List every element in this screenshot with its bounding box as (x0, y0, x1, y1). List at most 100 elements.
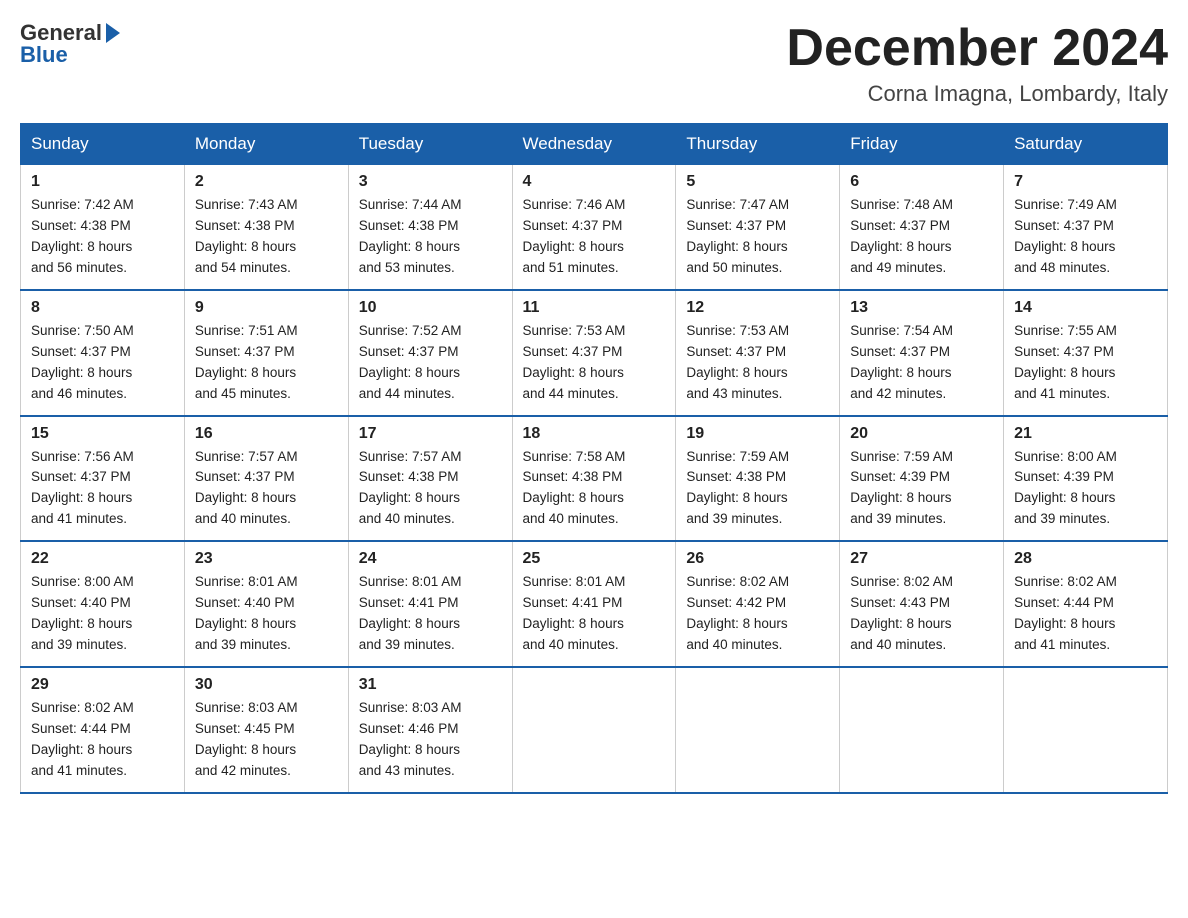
day-info: Sunrise: 7:48 AM Sunset: 4:37 PM Dayligh… (850, 195, 993, 279)
day-number: 20 (850, 425, 993, 443)
calendar-cell: 11 Sunrise: 7:53 AM Sunset: 4:37 PM Dayl… (512, 290, 676, 416)
day-info: Sunrise: 8:03 AM Sunset: 4:45 PM Dayligh… (195, 698, 338, 782)
calendar-cell: 17 Sunrise: 7:57 AM Sunset: 4:38 PM Dayl… (348, 416, 512, 542)
day-number: 15 (31, 425, 174, 443)
day-number: 11 (523, 299, 666, 317)
calendar-cell: 31 Sunrise: 8:03 AM Sunset: 4:46 PM Dayl… (348, 667, 512, 793)
calendar-cell: 8 Sunrise: 7:50 AM Sunset: 4:37 PM Dayli… (21, 290, 185, 416)
calendar-cell: 4 Sunrise: 7:46 AM Sunset: 4:37 PM Dayli… (512, 165, 676, 290)
calendar-cell: 14 Sunrise: 7:55 AM Sunset: 4:37 PM Dayl… (1004, 290, 1168, 416)
day-number: 1 (31, 173, 174, 191)
day-number: 16 (195, 425, 338, 443)
day-number: 22 (31, 550, 174, 568)
calendar-cell: 2 Sunrise: 7:43 AM Sunset: 4:38 PM Dayli… (184, 165, 348, 290)
day-info: Sunrise: 7:59 AM Sunset: 4:39 PM Dayligh… (850, 447, 993, 531)
day-number: 29 (31, 676, 174, 694)
month-title: December 2024 (786, 20, 1168, 77)
day-info: Sunrise: 8:02 AM Sunset: 4:44 PM Dayligh… (1014, 572, 1157, 656)
day-number: 21 (1014, 425, 1157, 443)
day-info: Sunrise: 8:03 AM Sunset: 4:46 PM Dayligh… (359, 698, 502, 782)
day-number: 26 (686, 550, 829, 568)
day-number: 3 (359, 173, 502, 191)
weekday-header: Sunday (21, 124, 185, 165)
day-number: 25 (523, 550, 666, 568)
calendar-week-row: 22 Sunrise: 8:00 AM Sunset: 4:40 PM Dayl… (21, 541, 1168, 667)
day-number: 9 (195, 299, 338, 317)
day-number: 6 (850, 173, 993, 191)
calendar-table: SundayMondayTuesdayWednesdayThursdayFrid… (20, 123, 1168, 793)
day-number: 17 (359, 425, 502, 443)
day-info: Sunrise: 8:01 AM Sunset: 4:41 PM Dayligh… (523, 572, 666, 656)
calendar-cell: 20 Sunrise: 7:59 AM Sunset: 4:39 PM Dayl… (840, 416, 1004, 542)
logo-blue-text: Blue (20, 42, 68, 68)
day-number: 2 (195, 173, 338, 191)
day-info: Sunrise: 8:00 AM Sunset: 4:40 PM Dayligh… (31, 572, 174, 656)
day-number: 28 (1014, 550, 1157, 568)
calendar-week-row: 15 Sunrise: 7:56 AM Sunset: 4:37 PM Dayl… (21, 416, 1168, 542)
day-info: Sunrise: 7:54 AM Sunset: 4:37 PM Dayligh… (850, 321, 993, 405)
day-number: 5 (686, 173, 829, 191)
day-info: Sunrise: 7:53 AM Sunset: 4:37 PM Dayligh… (523, 321, 666, 405)
weekday-header: Friday (840, 124, 1004, 165)
calendar-cell: 24 Sunrise: 8:01 AM Sunset: 4:41 PM Dayl… (348, 541, 512, 667)
page-header: General Blue December 2024 Corna Imagna,… (20, 20, 1168, 107)
calendar-cell: 16 Sunrise: 7:57 AM Sunset: 4:37 PM Dayl… (184, 416, 348, 542)
day-number: 14 (1014, 299, 1157, 317)
calendar-cell: 18 Sunrise: 7:58 AM Sunset: 4:38 PM Dayl… (512, 416, 676, 542)
day-info: Sunrise: 7:57 AM Sunset: 4:37 PM Dayligh… (195, 447, 338, 531)
day-info: Sunrise: 7:58 AM Sunset: 4:38 PM Dayligh… (523, 447, 666, 531)
weekday-header: Thursday (676, 124, 840, 165)
calendar-cell: 21 Sunrise: 8:00 AM Sunset: 4:39 PM Dayl… (1004, 416, 1168, 542)
day-info: Sunrise: 7:44 AM Sunset: 4:38 PM Dayligh… (359, 195, 502, 279)
calendar-cell: 10 Sunrise: 7:52 AM Sunset: 4:37 PM Dayl… (348, 290, 512, 416)
calendar-cell: 1 Sunrise: 7:42 AM Sunset: 4:38 PM Dayli… (21, 165, 185, 290)
calendar-cell: 23 Sunrise: 8:01 AM Sunset: 4:40 PM Dayl… (184, 541, 348, 667)
calendar-cell: 3 Sunrise: 7:44 AM Sunset: 4:38 PM Dayli… (348, 165, 512, 290)
day-info: Sunrise: 7:51 AM Sunset: 4:37 PM Dayligh… (195, 321, 338, 405)
calendar-cell: 27 Sunrise: 8:02 AM Sunset: 4:43 PM Dayl… (840, 541, 1004, 667)
day-info: Sunrise: 7:53 AM Sunset: 4:37 PM Dayligh… (686, 321, 829, 405)
day-number: 7 (1014, 173, 1157, 191)
day-number: 18 (523, 425, 666, 443)
calendar-cell: 25 Sunrise: 8:01 AM Sunset: 4:41 PM Dayl… (512, 541, 676, 667)
logo-arrow-icon (106, 23, 120, 43)
day-number: 30 (195, 676, 338, 694)
title-block: December 2024 Corna Imagna, Lombardy, It… (786, 20, 1168, 107)
calendar-cell: 28 Sunrise: 8:02 AM Sunset: 4:44 PM Dayl… (1004, 541, 1168, 667)
calendar-cell: 6 Sunrise: 7:48 AM Sunset: 4:37 PM Dayli… (840, 165, 1004, 290)
day-info: Sunrise: 7:55 AM Sunset: 4:37 PM Dayligh… (1014, 321, 1157, 405)
calendar-cell: 7 Sunrise: 7:49 AM Sunset: 4:37 PM Dayli… (1004, 165, 1168, 290)
day-info: Sunrise: 7:46 AM Sunset: 4:37 PM Dayligh… (523, 195, 666, 279)
calendar-cell: 26 Sunrise: 8:02 AM Sunset: 4:42 PM Dayl… (676, 541, 840, 667)
location-subtitle: Corna Imagna, Lombardy, Italy (786, 81, 1168, 107)
day-info: Sunrise: 7:59 AM Sunset: 4:38 PM Dayligh… (686, 447, 829, 531)
calendar-cell (840, 667, 1004, 793)
calendar-cell: 15 Sunrise: 7:56 AM Sunset: 4:37 PM Dayl… (21, 416, 185, 542)
calendar-cell: 29 Sunrise: 8:02 AM Sunset: 4:44 PM Dayl… (21, 667, 185, 793)
weekday-header: Tuesday (348, 124, 512, 165)
logo: General Blue (20, 20, 120, 68)
day-info: Sunrise: 8:02 AM Sunset: 4:43 PM Dayligh… (850, 572, 993, 656)
day-number: 23 (195, 550, 338, 568)
day-number: 8 (31, 299, 174, 317)
day-number: 4 (523, 173, 666, 191)
weekday-header-row: SundayMondayTuesdayWednesdayThursdayFrid… (21, 124, 1168, 165)
calendar-week-row: 1 Sunrise: 7:42 AM Sunset: 4:38 PM Dayli… (21, 165, 1168, 290)
day-number: 13 (850, 299, 993, 317)
day-number: 12 (686, 299, 829, 317)
day-number: 10 (359, 299, 502, 317)
day-number: 19 (686, 425, 829, 443)
day-info: Sunrise: 7:50 AM Sunset: 4:37 PM Dayligh… (31, 321, 174, 405)
day-info: Sunrise: 7:47 AM Sunset: 4:37 PM Dayligh… (686, 195, 829, 279)
weekday-header: Saturday (1004, 124, 1168, 165)
calendar-cell: 13 Sunrise: 7:54 AM Sunset: 4:37 PM Dayl… (840, 290, 1004, 416)
day-number: 24 (359, 550, 502, 568)
weekday-header: Monday (184, 124, 348, 165)
calendar-week-row: 29 Sunrise: 8:02 AM Sunset: 4:44 PM Dayl… (21, 667, 1168, 793)
day-info: Sunrise: 7:49 AM Sunset: 4:37 PM Dayligh… (1014, 195, 1157, 279)
day-info: Sunrise: 8:01 AM Sunset: 4:41 PM Dayligh… (359, 572, 502, 656)
day-info: Sunrise: 7:56 AM Sunset: 4:37 PM Dayligh… (31, 447, 174, 531)
weekday-header: Wednesday (512, 124, 676, 165)
calendar-cell (1004, 667, 1168, 793)
calendar-cell (676, 667, 840, 793)
